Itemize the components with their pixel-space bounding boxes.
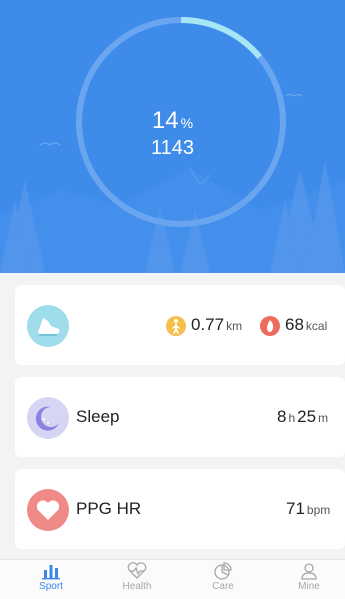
tab-care[interactable]: Care (193, 562, 253, 598)
heart-rate-value: 71 (286, 499, 305, 518)
heart-rate-stat: 71 bpm (286, 499, 330, 519)
sleep-title: Sleep (76, 407, 120, 426)
sleep-duration: 8 h 25 m (277, 407, 328, 427)
progress-ring-fill (180, 17, 262, 59)
tab-care-label: Care (212, 581, 234, 592)
heart-rate-card[interactable]: PPG HR 71 bpm (15, 469, 345, 549)
heart-rate-unit: bpm (306, 503, 331, 517)
tab-mine[interactable]: Mine (279, 562, 339, 598)
tab-sport-label: Sport (39, 581, 63, 592)
calories-value: 68 (285, 315, 304, 334)
tab-health[interactable]: Health (107, 562, 167, 598)
progress-percent: 14% (0, 107, 345, 135)
distance-stat: 0.77 km (191, 315, 242, 335)
sleep-hours-unit: h (288, 411, 296, 425)
sleep-card[interactable]: Sleep 8 h 25 m (15, 377, 345, 457)
distance-unit: km (226, 319, 243, 333)
moon-icon (27, 397, 69, 439)
tab-sport[interactable]: Sport (21, 562, 81, 598)
walking-icon (166, 316, 186, 336)
sleep-minutes: 25 (297, 407, 317, 426)
person-icon (301, 563, 317, 580)
tab-mine-label: Mine (298, 581, 320, 592)
pie-chart-icon (214, 562, 232, 580)
bar-chart-icon (42, 565, 60, 580)
activity-header: 14% 1143 (0, 0, 345, 273)
tab-health-label: Health (122, 581, 152, 592)
steps-card[interactable]: 0.77 km 68 kcal (15, 285, 345, 365)
step-count: 1143 (150, 137, 194, 159)
calories-stat: 68 kcal (285, 315, 327, 335)
percent-unit: % (180, 115, 194, 131)
percent-value: 14 (151, 107, 179, 134)
sleep-hours: 8 (277, 407, 287, 426)
calories-unit: kcal (305, 319, 328, 333)
heart-pulse-icon (127, 562, 147, 579)
bottom-navigation: Sport Health Care Mine (0, 559, 345, 599)
heart-icon (27, 489, 69, 531)
heart-rate-title: PPG HR (76, 499, 142, 518)
shoe-icon (27, 305, 69, 347)
sleep-minutes-unit: m (318, 411, 329, 425)
flame-icon (260, 316, 280, 336)
distance-value: 0.77 (191, 315, 225, 334)
